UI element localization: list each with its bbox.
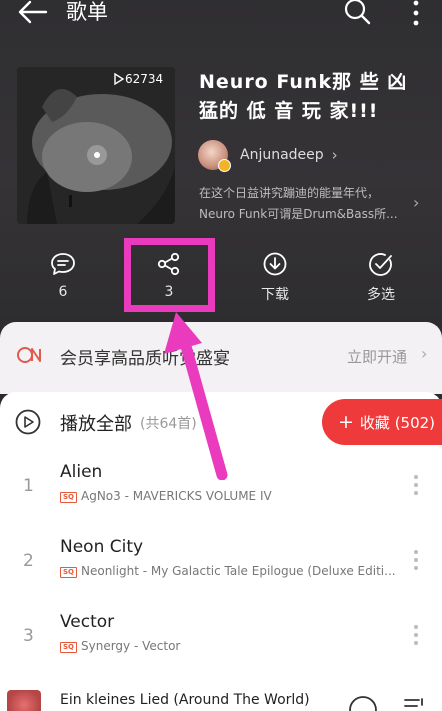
- song-title: Vector: [60, 612, 115, 632]
- chevron-right-icon: ›: [331, 146, 338, 164]
- playlist-queue-icon[interactable]: [404, 697, 426, 711]
- vip-open-link[interactable]: 立即开通: [347, 346, 407, 367]
- cover-art-image: [17, 67, 175, 224]
- comment-count: 6: [58, 284, 68, 300]
- page-title: 歌单: [66, 0, 108, 24]
- song-row[interactable]: 3 Vector SQ Synergy - Vector: [0, 604, 442, 679]
- sq-badge: SQ: [60, 492, 77, 503]
- play-count: 62734: [125, 72, 164, 86]
- collect-label: 收藏 (502): [359, 413, 436, 432]
- more-vertical-icon[interactable]: [405, 0, 427, 26]
- plus-icon: +: [338, 411, 354, 433]
- multi-select-button[interactable]: 多选: [341, 252, 421, 304]
- vip-logo-icon: [17, 347, 41, 363]
- multi-select-label: 多选: [367, 287, 395, 303]
- song-subtitle: Neonlight - My Galactic Tale Epilogue (D…: [81, 564, 396, 578]
- mini-player-title: Ein kleines Lied (Around The World): [60, 692, 310, 708]
- sq-badge: SQ: [60, 567, 77, 578]
- back-arrow-icon[interactable]: [16, 0, 48, 26]
- play-count-icon: [114, 72, 125, 86]
- chevron-right-icon: ›: [413, 193, 420, 212]
- play-all-label[interactable]: 播放全部: [60, 410, 132, 436]
- collect-button[interactable]: + 收藏 (502): [322, 399, 442, 445]
- playlist-description[interactable]: 在这个日益讲究蹦迪的能量年代，Neuro Funk可谓是Drum&Bass所..…: [199, 183, 404, 225]
- highlight-annotation-box: [124, 238, 215, 312]
- song-row[interactable]: 2 Neon City SQ Neonlight - My Galactic T…: [0, 529, 442, 604]
- playlist-title: Neuro Funk那 些 凶 猛的 低 音 玩 家!!!: [199, 71, 408, 122]
- avatar: [198, 140, 231, 172]
- download-icon: [263, 252, 287, 276]
- creator-link[interactable]: Anjunadeep ›: [198, 140, 338, 172]
- song-index: 2: [23, 551, 34, 571]
- download-button[interactable]: 下载: [235, 252, 315, 304]
- sq-badge: SQ: [60, 642, 77, 653]
- mini-player-cover[interactable]: [7, 690, 41, 711]
- pointer-arrow-icon: [164, 312, 228, 480]
- playlist-cover[interactable]: 62734: [17, 67, 175, 224]
- comment-button[interactable]: 6: [23, 252, 103, 300]
- playlist-header: 歌单 62734 Neuro Funk那 些 凶 猛的 低 音 玩 家!!! A…: [0, 0, 442, 330]
- play-pause-icon[interactable]: [347, 694, 379, 711]
- vip-badge-icon: [218, 159, 231, 172]
- top-bar: 歌单: [0, 0, 442, 30]
- song-more-icon[interactable]: [413, 549, 419, 571]
- creator-name: Anjunadeep: [240, 147, 324, 163]
- song-subtitle: Synergy - Vector: [81, 639, 181, 653]
- comment-icon: [51, 253, 75, 275]
- search-icon[interactable]: [343, 0, 371, 26]
- checkmark-circle-icon: [369, 253, 392, 276]
- song-title: Alien: [60, 462, 103, 482]
- song-title: Neon City: [60, 537, 144, 557]
- download-label: 下载: [261, 287, 289, 303]
- song-index: 3: [23, 626, 34, 646]
- chevron-right-icon: ›: [421, 344, 428, 363]
- song-subtitle: AgNo3 - MAVERICKS VOLUME IV: [81, 489, 272, 503]
- song-more-icon[interactable]: [413, 624, 419, 646]
- song-index: 1: [23, 476, 34, 496]
- play-all-icon[interactable]: [15, 409, 41, 435]
- mini-player[interactable]: Ein kleines Lied (Around The World): [0, 686, 442, 711]
- song-more-icon[interactable]: [413, 474, 419, 496]
